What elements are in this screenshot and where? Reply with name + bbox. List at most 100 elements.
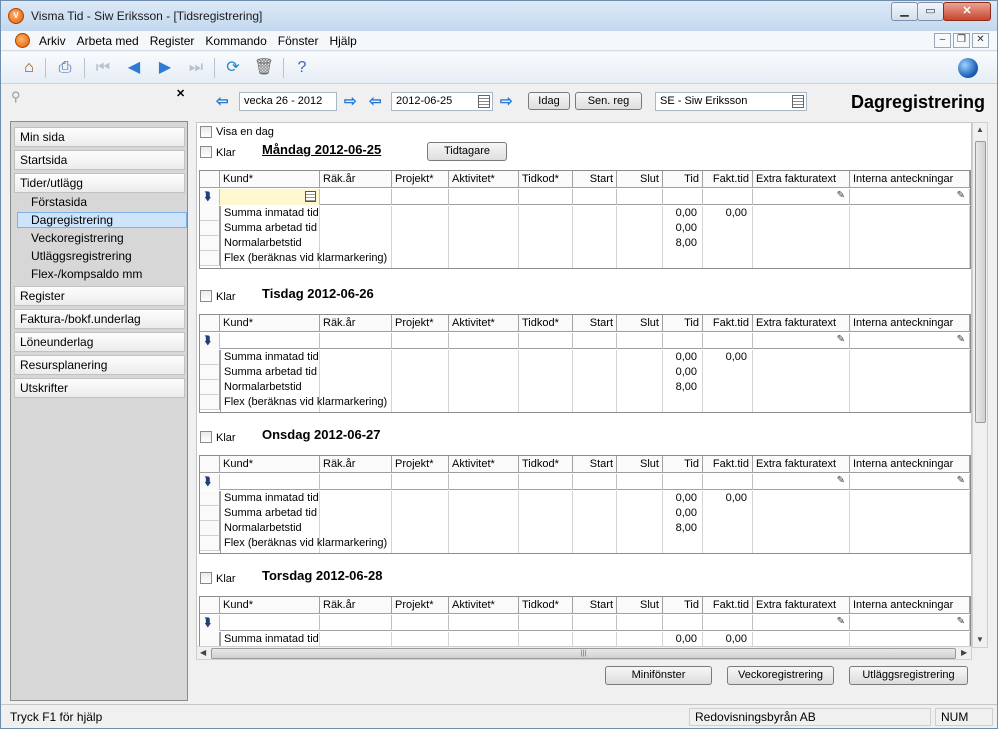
column-header[interactable]: Kund*	[220, 597, 320, 614]
menu-fonster[interactable]: Fönster	[278, 34, 319, 48]
show-one-day-checkbox[interactable]	[200, 126, 212, 138]
sidebar-item-dagregistrering[interactable]: Dagregistrering	[17, 212, 187, 228]
edit-text-icon[interactable]: ✎	[957, 190, 965, 201]
column-header[interactable]: Projekt*	[392, 597, 449, 614]
entry-cell[interactable]	[617, 474, 663, 490]
scroll-left-icon[interactable]: ◀	[200, 648, 206, 657]
edit-text-icon[interactable]: ✎	[957, 334, 965, 345]
entry-cell[interactable]	[663, 615, 703, 631]
horizontal-scroll-thumb[interactable]: |||	[211, 648, 956, 659]
column-header[interactable]: Tid	[663, 171, 703, 188]
customer-picker-icon[interactable]	[305, 191, 316, 202]
entry-cell[interactable]	[519, 333, 573, 349]
column-header[interactable]: Start	[573, 597, 617, 614]
sidebar-item-min-sida[interactable]: Min sida	[14, 127, 185, 147]
next-day-icon[interactable]: ⇨	[500, 94, 513, 109]
pin-icon[interactable]: ⚲	[11, 89, 21, 105]
sidebar-item-tider-utlagg[interactable]: Tider/utlägg	[14, 173, 185, 193]
minimize-button[interactable]: ▁	[891, 2, 918, 21]
entry-cell[interactable]	[573, 333, 617, 349]
column-header[interactable]: Tid	[663, 315, 703, 332]
sidebar-item-flex-kompsaldo[interactable]: Flex-/kompsaldo mm	[19, 267, 185, 283]
next-record-icon[interactable]: ▶	[154, 57, 176, 79]
sidebar-item-forstasida[interactable]: Förstasida	[19, 195, 185, 211]
column-header[interactable]: Kund*	[220, 315, 320, 332]
last-record-icon[interactable]: ⏭	[185, 57, 207, 79]
menu-arkiv[interactable]: Arkiv	[39, 34, 66, 48]
vertical-scrollbar[interactable]: ▲ ▼	[972, 122, 988, 648]
column-header[interactable]: Interna anteckningar	[850, 597, 970, 614]
horizontal-scrollbar[interactable]: ◀ ||| ▶	[196, 646, 972, 660]
mdi-restore-button[interactable]: ❐	[953, 33, 970, 48]
document-menu-icon[interactable]	[15, 33, 30, 48]
entry-cell[interactable]: ✎	[850, 474, 970, 490]
entry-cell[interactable]	[663, 333, 703, 349]
column-header[interactable]: Kund*	[220, 171, 320, 188]
column-header[interactable]: Räk.år	[320, 597, 392, 614]
trash-icon[interactable]: 🗑	[253, 57, 275, 79]
entry-cell[interactable]	[220, 474, 320, 490]
calendar-icon[interactable]	[478, 95, 490, 108]
prev-week-icon[interactable]: ⇦	[216, 94, 229, 109]
maximize-button[interactable]: ▭	[917, 2, 944, 21]
entry-cell[interactable]: ✎	[850, 189, 970, 205]
app-logo-icon[interactable]: V	[8, 8, 24, 24]
column-header[interactable]: Aktivitet*	[449, 597, 519, 614]
entry-cell[interactable]	[449, 189, 519, 205]
scroll-down-icon[interactable]: ▼	[976, 635, 984, 644]
entry-cell[interactable]	[220, 333, 320, 349]
row-selector[interactable]: ⮯	[200, 615, 220, 631]
entry-cell[interactable]: ✎	[753, 189, 850, 205]
menu-register[interactable]: Register	[150, 34, 195, 48]
edit-text-icon[interactable]: ✎	[837, 334, 845, 345]
menu-arbeta-med[interactable]: Arbeta med	[77, 34, 139, 48]
sidebar-item-loneunderlag[interactable]: Löneunderlag	[14, 332, 185, 352]
next-week-icon[interactable]: ⇨	[344, 94, 357, 109]
entry-cell[interactable]	[703, 189, 753, 205]
column-header[interactable]: Tid	[663, 597, 703, 614]
close-panel-icon[interactable]: ✕	[176, 87, 185, 100]
column-header[interactable]: Projekt*	[392, 315, 449, 332]
column-header[interactable]: Tidkod*	[519, 597, 573, 614]
mdi-minimize-button[interactable]: –	[934, 33, 951, 48]
help-document-icon[interactable]: ?	[291, 57, 313, 79]
entry-cell[interactable]	[220, 189, 320, 205]
list-picker-icon[interactable]	[792, 95, 804, 108]
timer-button[interactable]: Tidtagare	[427, 142, 507, 161]
previous-record-icon[interactable]: ◀	[123, 57, 145, 79]
menu-kommando[interactable]: Kommando	[205, 34, 266, 48]
klar-checkbox-onsdag[interactable]	[200, 431, 212, 443]
entry-cell[interactable]	[392, 615, 449, 631]
sidebar-item-utlaggsregistrering[interactable]: Utläggsregistrering	[19, 249, 185, 265]
entry-cell[interactable]	[703, 474, 753, 490]
column-header[interactable]: Extra fakturatext	[753, 456, 850, 473]
entry-cell[interactable]	[449, 615, 519, 631]
utlaggsregistrering-button[interactable]: Utläggsregistrering	[849, 666, 968, 685]
entry-cell[interactable]	[519, 474, 573, 490]
column-header[interactable]: Start	[573, 171, 617, 188]
column-header[interactable]: Fakt.tid	[703, 171, 753, 188]
sidebar-item-resursplanering[interactable]: Resursplanering	[14, 355, 185, 375]
column-header[interactable]: Projekt*	[392, 456, 449, 473]
edit-text-icon[interactable]: ✎	[837, 616, 845, 627]
entry-cell[interactable]	[320, 333, 392, 349]
entry-cell[interactable]	[703, 333, 753, 349]
row-selector[interactable]: ⮯	[200, 333, 220, 349]
entry-cell[interactable]: ✎	[850, 333, 970, 349]
menu-hjalp[interactable]: Hjälp	[329, 34, 356, 48]
column-header[interactable]: Extra fakturatext	[753, 315, 850, 332]
scroll-right-icon[interactable]: ▶	[961, 648, 967, 657]
column-header[interactable]: Slut	[617, 456, 663, 473]
column-header[interactable]: Räk.år	[320, 315, 392, 332]
entry-cell[interactable]	[519, 615, 573, 631]
week-field[interactable]: vecka 26 - 2012	[239, 92, 337, 111]
column-header[interactable]: Räk.år	[320, 171, 392, 188]
entry-cell[interactable]	[519, 189, 573, 205]
veckoregistrering-button[interactable]: Veckoregistrering	[727, 666, 834, 685]
sidebar-item-utskrifter[interactable]: Utskrifter	[14, 378, 185, 398]
column-header[interactable]: Aktivitet*	[449, 171, 519, 188]
entry-cell[interactable]	[320, 615, 392, 631]
entry-cell[interactable]	[449, 333, 519, 349]
column-header[interactable]: Slut	[617, 315, 663, 332]
entry-cell[interactable]	[703, 615, 753, 631]
